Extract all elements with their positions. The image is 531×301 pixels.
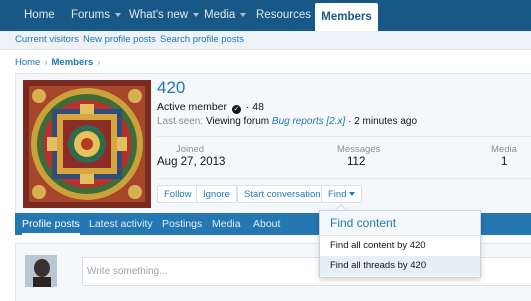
tab-media[interactable]: Media	[212, 213, 241, 235]
last-seen-time: 2 minutes ago	[354, 116, 418, 127]
tab-about[interactable]: About	[253, 213, 280, 235]
tab-profile-posts[interactable]: Profile posts	[22, 213, 80, 235]
nav-home[interactable]: Home	[24, 0, 55, 31]
nav-resources-label: Resources	[256, 9, 311, 21]
subnav-search-profile-posts[interactable]: Search profile posts	[160, 34, 244, 45]
checkmark-icon: ✓	[231, 105, 241, 114]
nav-whats-new[interactable]: What's new	[129, 0, 200, 31]
divider	[157, 136, 531, 137]
divider	[157, 178, 531, 179]
chevron-down-icon[interactable]	[114, 12, 121, 17]
nav-forums-label: Forums	[71, 9, 110, 21]
find-content-menu: Find content Find all content by 420 Fin…	[319, 210, 481, 278]
breadcrumb: Home › Members ›	[15, 57, 104, 68]
last-seen-forum-link[interactable]: Bug reports [2.x]	[272, 116, 345, 127]
mandala-image	[23, 80, 151, 208]
chevron-right-icon: ›	[44, 57, 48, 68]
reaction-points: 48	[252, 101, 264, 113]
menu-pointer-fill	[336, 205, 346, 210]
last-seen-label: Last seen:	[157, 116, 204, 127]
find-all-threads-item[interactable]: Find all threads by 420	[320, 256, 480, 276]
last-seen: Last seen: Viewing forum Bug reports [2.…	[157, 116, 417, 127]
stat-joined-value: Aug 27, 2013	[157, 156, 226, 168]
chevron-down-icon[interactable]	[193, 12, 200, 17]
follow-button[interactable]: Follow	[157, 185, 199, 203]
breadcrumb-members[interactable]: Members	[52, 57, 94, 68]
last-seen-activity: Viewing forum	[205, 116, 270, 127]
stat-joined-label: Joined	[176, 144, 204, 155]
chevron-down-icon[interactable]	[240, 12, 247, 17]
user-title-text: Active member	[157, 101, 228, 113]
subnav-current-visitors[interactable]: Current visitors	[15, 34, 79, 45]
current-user-avatar[interactable]	[25, 255, 57, 287]
dot-separator: ·	[348, 116, 352, 127]
stat-messages-label: Messages	[337, 144, 381, 155]
tab-postings[interactable]: Postings	[162, 213, 202, 235]
avatar[interactable]	[23, 80, 151, 208]
member-header: 420 Active member ✓ · 48 Last seen: View…	[15, 73, 531, 215]
find-all-content-item[interactable]: Find all content by 420	[320, 236, 480, 256]
tab-latest-activity[interactable]: Latest activity	[89, 213, 153, 235]
chevron-down-icon	[349, 192, 356, 197]
breadcrumb-home[interactable]: Home	[15, 57, 40, 68]
dot-separator: ·	[245, 101, 250, 113]
chevron-right-icon: ›	[97, 57, 101, 68]
user-photo	[25, 255, 57, 287]
nav-resources[interactable]: Resources	[256, 0, 322, 31]
top-navigation: Home Forums What's new Media Resources M…	[0, 0, 531, 31]
user-title: Active member ✓ · 48	[157, 101, 264, 114]
start-conversation-button[interactable]: Start conversation	[237, 185, 328, 203]
subnav-new-profile-posts[interactable]: New profile posts	[83, 34, 156, 45]
username[interactable]: 420	[157, 78, 185, 98]
nav-whats-new-label: What's new	[129, 9, 189, 21]
nav-media-label: Media	[204, 9, 236, 21]
nav-members[interactable]: Members	[315, 3, 378, 31]
ignore-button[interactable]: Ignore	[196, 185, 237, 203]
stat-media-label: Media	[491, 144, 517, 155]
menu-header: Find content	[320, 211, 480, 236]
find-button[interactable]: Find	[321, 185, 363, 203]
sub-navigation: Current visitors New profile posts Searc…	[0, 31, 531, 50]
stat-media-value[interactable]: 1	[501, 156, 507, 168]
write-placeholder: Write something...	[87, 266, 168, 277]
find-button-label: Find	[328, 189, 347, 200]
nav-media[interactable]: Media	[204, 0, 247, 31]
stat-messages-value[interactable]: 112	[347, 156, 365, 168]
nav-forums[interactable]: Forums	[71, 0, 121, 31]
